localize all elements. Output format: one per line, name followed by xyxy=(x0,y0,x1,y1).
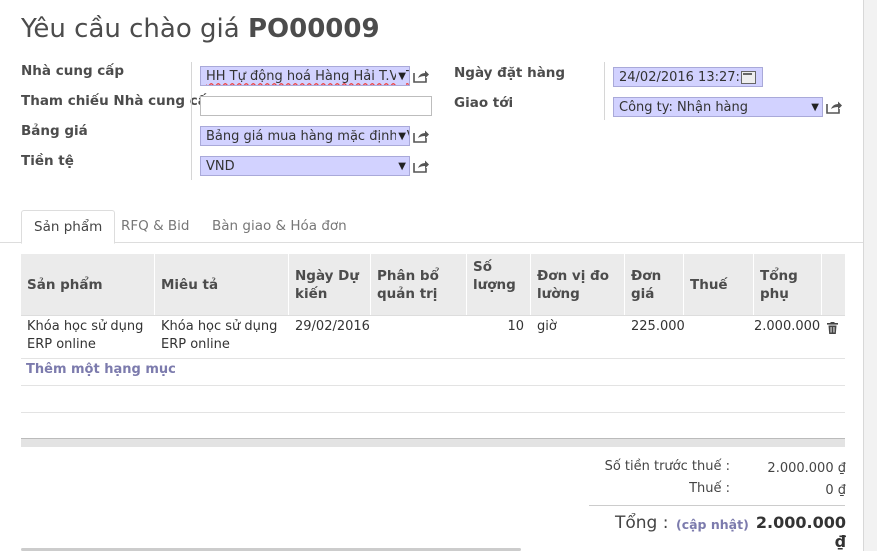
tab-bar: Sản phẩm RFQ & Bid Bàn giao & Hóa đơn xyxy=(0,210,863,244)
form-sheet: Yêu cầu chào giá PO00009 Nhà cung cấp Th… xyxy=(0,0,863,551)
order-date-field[interactable]: 24/02/2016 13:27:57 xyxy=(613,67,763,87)
row-description[interactable]: Khóa học sử dụng ERP online xyxy=(161,318,277,354)
currency-select-value: VND xyxy=(206,159,235,174)
supplier-select[interactable]: HH Tự động hoá Hàng Hải T.V.T ▼ xyxy=(200,66,410,86)
supplier-select-value: HH Tự động hoá Hàng Hải T.V.T xyxy=(206,69,409,84)
col-quantity[interactable]: Số lượng xyxy=(467,254,531,315)
chevron-down-icon: ▼ xyxy=(809,98,819,116)
col-expected-date[interactable]: Ngày Dự kiến xyxy=(289,254,371,315)
col-product[interactable]: Sản phẩm xyxy=(21,254,155,315)
add-line-link[interactable]: Thêm một hạng mục xyxy=(26,362,176,377)
vertical-scrollbar[interactable] xyxy=(863,0,877,551)
row-quantity[interactable]: 10 xyxy=(467,318,524,336)
row-subtotal: 2.000.000 xyxy=(754,319,821,334)
page-title: Yêu cầu chào giá PO00009 xyxy=(21,14,380,44)
col-subtotal[interactable]: Tổng phụ xyxy=(754,254,822,315)
tab-products[interactable]: Sản phẩm xyxy=(21,210,116,244)
row-expected-date[interactable]: 29/02/2016 xyxy=(295,318,370,336)
external-link-icon[interactable] xyxy=(413,159,430,173)
pricelist-select[interactable]: Bảng giá mua hàng mặc định (VND) ▼ xyxy=(200,126,410,146)
chevron-down-icon: ▼ xyxy=(396,67,406,85)
deliver-to-select[interactable]: Công ty: Nhận hàng ▼ xyxy=(613,97,823,117)
external-link-icon[interactable] xyxy=(826,100,843,114)
supplier-ref-input[interactable] xyxy=(200,96,432,116)
row-product[interactable]: Khóa học sử dụng ERP online xyxy=(27,318,143,354)
update-link[interactable]: (cập nhật) xyxy=(676,517,749,532)
row-unit-price[interactable]: 225.000 xyxy=(631,318,685,336)
untaxed-amount-label: Số tiền trước thuế : xyxy=(604,459,730,474)
currency-label: Tiền tệ xyxy=(21,153,74,169)
deliver-to-label: Giao tới xyxy=(454,95,514,111)
total-label: Tổng : xyxy=(615,513,669,533)
col-analytic[interactable]: Phân bổ quản trị xyxy=(371,254,467,315)
external-link-icon[interactable] xyxy=(413,129,430,143)
tax-amount-value: 0 ₫ xyxy=(825,483,846,498)
deliver-to-value: Công ty: Nhận hàng xyxy=(619,100,749,115)
tab-rfq-bid[interactable]: RFQ & Bid xyxy=(109,210,201,242)
table-footer xyxy=(21,438,845,447)
order-date-label: Ngày đặt hàng xyxy=(454,65,566,81)
page-title-ref: PO00009 xyxy=(247,14,380,44)
currency-select[interactable]: VND ▼ xyxy=(200,156,410,176)
trash-icon[interactable] xyxy=(827,322,838,334)
col-tax[interactable]: Thuế xyxy=(684,254,754,315)
order-date-value: 24/02/2016 13:27:57 xyxy=(619,70,757,85)
total-divider xyxy=(589,505,845,506)
tab-delivery-invoice[interactable]: Bàn giao & Hóa đơn xyxy=(200,210,359,242)
right-column-divider xyxy=(604,62,605,120)
pricelist-label: Bảng giá xyxy=(21,123,88,139)
row-divider xyxy=(21,358,845,359)
tax-amount-label: Thuế : xyxy=(689,481,730,496)
untaxed-amount-value: 2.000.000 ₫ xyxy=(767,461,846,476)
external-link-icon[interactable] xyxy=(413,69,430,83)
chevron-down-icon: ▼ xyxy=(396,127,406,145)
col-actions xyxy=(822,254,845,315)
row-uom[interactable]: giờ xyxy=(537,318,557,336)
chevron-down-icon: ▼ xyxy=(396,157,406,175)
row-divider xyxy=(21,412,845,413)
calendar-icon[interactable] xyxy=(741,71,756,84)
table-header: Sản phẩm Miêu tả Ngày Dự kiến Phân bổ quản… xyxy=(21,254,845,316)
col-unit-price[interactable]: Đơn giá xyxy=(625,254,684,315)
col-description[interactable]: Miêu tả xyxy=(155,254,289,315)
supplier-ref-label: Tham chiếu Nhà cung cấp xyxy=(21,93,217,109)
row-divider xyxy=(21,385,845,386)
total-amount-value: 2.000.000 ₫ xyxy=(755,513,846,551)
left-column-divider xyxy=(191,62,192,180)
pricelist-select-value: Bảng giá mua hàng mặc định (VND) xyxy=(206,129,409,144)
page-title-prefix: Yêu cầu chào giá xyxy=(21,14,240,44)
col-uom[interactable]: Đơn vị đo lường xyxy=(531,254,625,315)
supplier-label: Nhà cung cấp xyxy=(21,63,125,79)
